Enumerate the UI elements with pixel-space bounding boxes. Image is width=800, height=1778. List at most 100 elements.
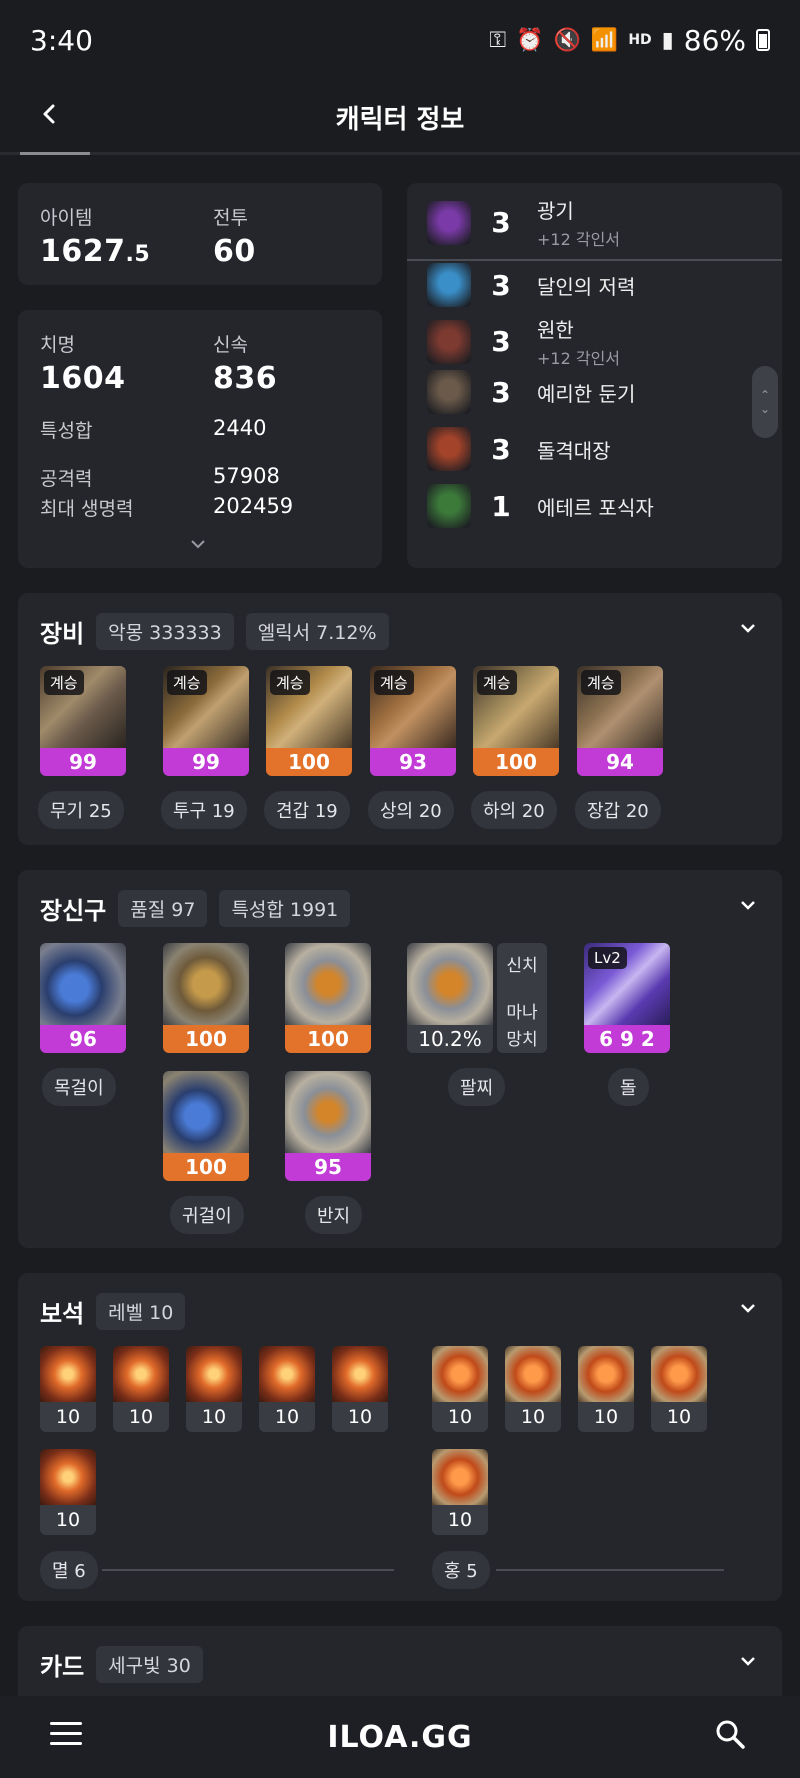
equipment-collapse-button[interactable] (738, 621, 758, 640)
equipment-item[interactable]: 계승 99 (163, 666, 249, 776)
equipment-title: 장비 (40, 620, 85, 648)
engraving-icon (427, 263, 471, 307)
hd-voice-icon: HD (628, 32, 652, 48)
engraving-icon (427, 484, 471, 528)
cooldown-gem-image (578, 1346, 634, 1402)
combat-level-label: 전투 (213, 207, 248, 229)
cooldown-gem[interactable]: 10 (432, 1346, 488, 1432)
damage-gem[interactable]: 10 (186, 1346, 242, 1432)
bracelet-item[interactable]: 10.2% (407, 943, 493, 1053)
swift-label: 신속 (213, 334, 248, 356)
equipment-quality: 100 (266, 748, 352, 776)
search-button[interactable] (714, 1718, 750, 1754)
equipment-item[interactable]: 계승 99 (40, 666, 126, 776)
necklace-label: 목걸이 (42, 1068, 116, 1106)
back-button[interactable] (30, 94, 70, 134)
engraving-level: 3 (491, 432, 511, 466)
key-icon: ⚿ (489, 27, 507, 53)
engraving-name: 예리한 둔기 (537, 381, 636, 406)
engraving-row[interactable]: 3 광기 +12 각인서 (427, 195, 620, 250)
equipment-label: 무기 25 (38, 791, 124, 829)
damage-gem[interactable]: 10 (332, 1346, 388, 1432)
gem-level: 10 (447, 1509, 473, 1531)
signal-icon: ▮ (661, 27, 674, 53)
damage-gem[interactable]: 10 (113, 1346, 169, 1432)
gems-section: 보석 레벨 10 10 10 10 10 10 10 10 10 10 10 10 멸 6 홍 5 (18, 1273, 782, 1601)
succession-tag: 계승 (374, 670, 414, 695)
engraving-row[interactable]: 1 에테르 포식자 (427, 484, 654, 528)
swift-value: 836 (213, 361, 278, 396)
tab-indicator-track (0, 152, 800, 155)
equipment-quality: 100 (473, 748, 559, 776)
engraving-row[interactable]: 3 원한 +12 각인서 (427, 314, 620, 369)
stone-item[interactable]: Lv2 6 9 2 (584, 943, 670, 1053)
engraving-level: 3 (491, 325, 511, 358)
engraving-icon (427, 370, 471, 414)
cooldown-gem[interactable]: 10 (578, 1346, 634, 1432)
gems-collapse-button[interactable] (738, 1301, 758, 1320)
chevron-down-icon (741, 1304, 755, 1313)
equipment-elixir-chip: 엘릭서 7.12% (245, 613, 389, 650)
necklace-item[interactable]: 96 (40, 943, 126, 1053)
chevron-down-icon (191, 540, 205, 549)
chevron-down-icon: ⌄ (759, 402, 771, 416)
cooldown-gem-image (505, 1346, 561, 1402)
succession-tag: 계승 (581, 670, 621, 695)
item-level-value: 1627.5 (40, 234, 151, 269)
equipment-label: 장갑 20 (575, 791, 661, 829)
engraving-divider (407, 259, 782, 261)
engraving-scroll-handle[interactable]: ⌃ ⌄ (752, 366, 778, 438)
equipment-quality: 99 (40, 748, 126, 776)
engraving-row[interactable]: 3 예리한 둔기 (427, 370, 635, 414)
equipment-item[interactable]: 계승 100 (473, 666, 559, 776)
earring-image (163, 1071, 249, 1153)
max-hp-value: 202459 (213, 494, 294, 518)
accessories-quality-chip: 품질 97 (118, 890, 208, 927)
menu-button[interactable] (50, 1722, 82, 1746)
damage-gem[interactable]: 10 (40, 1346, 96, 1432)
brand-logo[interactable]: ILOA.GG (327, 1720, 472, 1755)
mute-icon: 🔇 (553, 27, 581, 53)
cards-collapse-button[interactable] (738, 1654, 758, 1673)
attack-label: 공격력 (40, 468, 93, 490)
equipment-item[interactable]: 계승 93 (370, 666, 456, 776)
chevron-down-icon (741, 624, 755, 633)
cooldown-gem[interactable]: 10 (432, 1449, 488, 1535)
earring-item-1[interactable]: 100 (163, 943, 249, 1053)
page-title: 캐릭터 정보 (335, 104, 465, 135)
accessories-collapse-button[interactable] (738, 898, 758, 917)
bracelet-effect-2: 마나 (506, 1003, 538, 1023)
cooldown-gem[interactable]: 10 (651, 1346, 707, 1432)
gem-level: 10 (128, 1406, 154, 1428)
engraving-book: +12 각인서 (537, 230, 621, 249)
chevron-down-icon (741, 901, 755, 910)
ring-item-1[interactable]: 100 (285, 943, 371, 1053)
earring-image (163, 943, 249, 1025)
chevron-left-icon (43, 104, 55, 124)
damage-gems-divider (102, 1569, 394, 1571)
accessories-section: 장신구 품질 97 특성합 1991 96 목걸이 100 100 10.2% … (18, 870, 782, 1248)
gem-level: 10 (274, 1406, 300, 1428)
chevron-down-icon (741, 1657, 755, 1666)
earring-item-2[interactable]: 100 (163, 1071, 249, 1181)
stats-card: 치명 1604 신속 836 특성합 2440 공격력 57908 최대 생명력… (18, 310, 382, 568)
expand-stats-button[interactable] (188, 536, 212, 556)
engraving-name: 광기 (537, 199, 574, 223)
equipment-item[interactable]: 계승 94 (577, 666, 663, 776)
engraving-name: 달인의 저력 (537, 274, 636, 299)
item-level-card: 아이템 1627.5 전투 60 (18, 183, 382, 285)
stat-sum-value: 2440 (213, 416, 267, 440)
equipment-item[interactable]: 계승 100 (266, 666, 352, 776)
engraving-row[interactable]: 3 달인의 저력 (427, 263, 635, 307)
bracelet-effects: 신치 마나 망치 (497, 943, 547, 1053)
engraving-row[interactable]: 3 돌격대장 (427, 427, 611, 471)
damage-gem[interactable]: 10 (259, 1346, 315, 1432)
succession-tag: 계승 (477, 670, 517, 695)
damage-gem[interactable]: 10 (40, 1449, 96, 1535)
cooldown-gem[interactable]: 10 (505, 1346, 561, 1432)
damage-gem-image (40, 1449, 96, 1505)
cooldown-gem-image (432, 1346, 488, 1402)
ring-item-2[interactable]: 95 (285, 1071, 371, 1181)
engraving-level: 1 (491, 489, 511, 523)
alarm-icon: ⏰ (516, 27, 544, 53)
